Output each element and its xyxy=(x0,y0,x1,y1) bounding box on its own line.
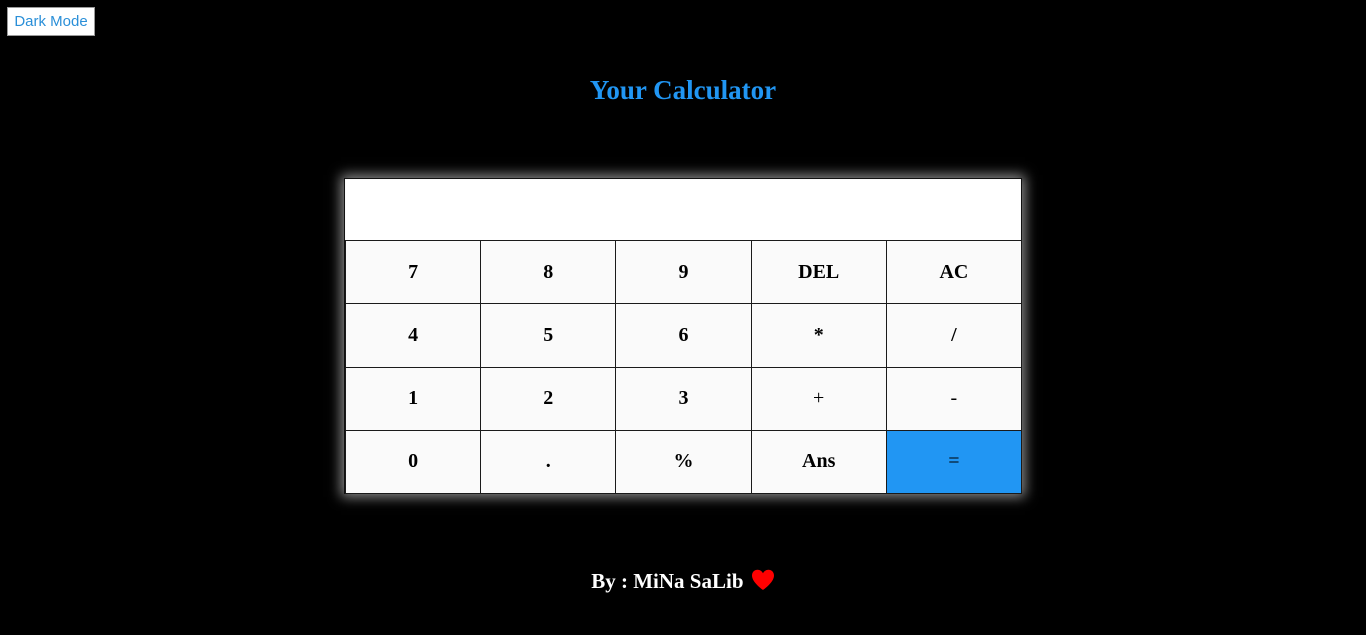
key-3[interactable]: 3 xyxy=(615,366,752,431)
all-clear-button[interactable]: AC xyxy=(885,240,1022,305)
key-9[interactable]: 9 xyxy=(615,240,752,305)
key-6[interactable]: 6 xyxy=(615,303,752,368)
keypad: 7 8 9 DEL AC 4 5 6 * / 1 2 3 + - 0 . % A… xyxy=(345,240,1022,494)
heart-icon xyxy=(751,569,775,591)
author-credit: By : MiNa SaLib xyxy=(591,569,744,593)
multiply-button[interactable]: * xyxy=(750,303,887,368)
page-title: Your Calculator xyxy=(589,75,777,105)
key-5[interactable]: 5 xyxy=(480,303,617,368)
subtract-button[interactable]: - xyxy=(885,366,1022,431)
calculator: 7 8 9 DEL AC 4 5 6 * / 1 2 3 + - 0 . % A… xyxy=(344,178,1022,494)
key-7[interactable]: 7 xyxy=(345,240,482,305)
key-4[interactable]: 4 xyxy=(345,303,482,368)
delete-button[interactable]: DEL xyxy=(750,240,887,305)
key-1[interactable]: 1 xyxy=(345,366,482,431)
dark-mode-button[interactable]: Dark Mode xyxy=(7,7,95,36)
key-0[interactable]: 0 xyxy=(345,429,482,494)
key-2[interactable]: 2 xyxy=(480,366,617,431)
percent-button[interactable]: % xyxy=(615,429,752,494)
equals-button[interactable]: = xyxy=(885,429,1022,494)
add-button[interactable]: + xyxy=(750,366,887,431)
key-8[interactable]: 8 xyxy=(480,240,617,305)
answer-button[interactable]: Ans xyxy=(750,429,887,494)
calculator-display[interactable] xyxy=(346,180,1020,240)
divide-button[interactable]: / xyxy=(885,303,1022,368)
footer-credit: By : MiNa SaLib xyxy=(0,567,1366,595)
decimal-button[interactable]: . xyxy=(480,429,617,494)
